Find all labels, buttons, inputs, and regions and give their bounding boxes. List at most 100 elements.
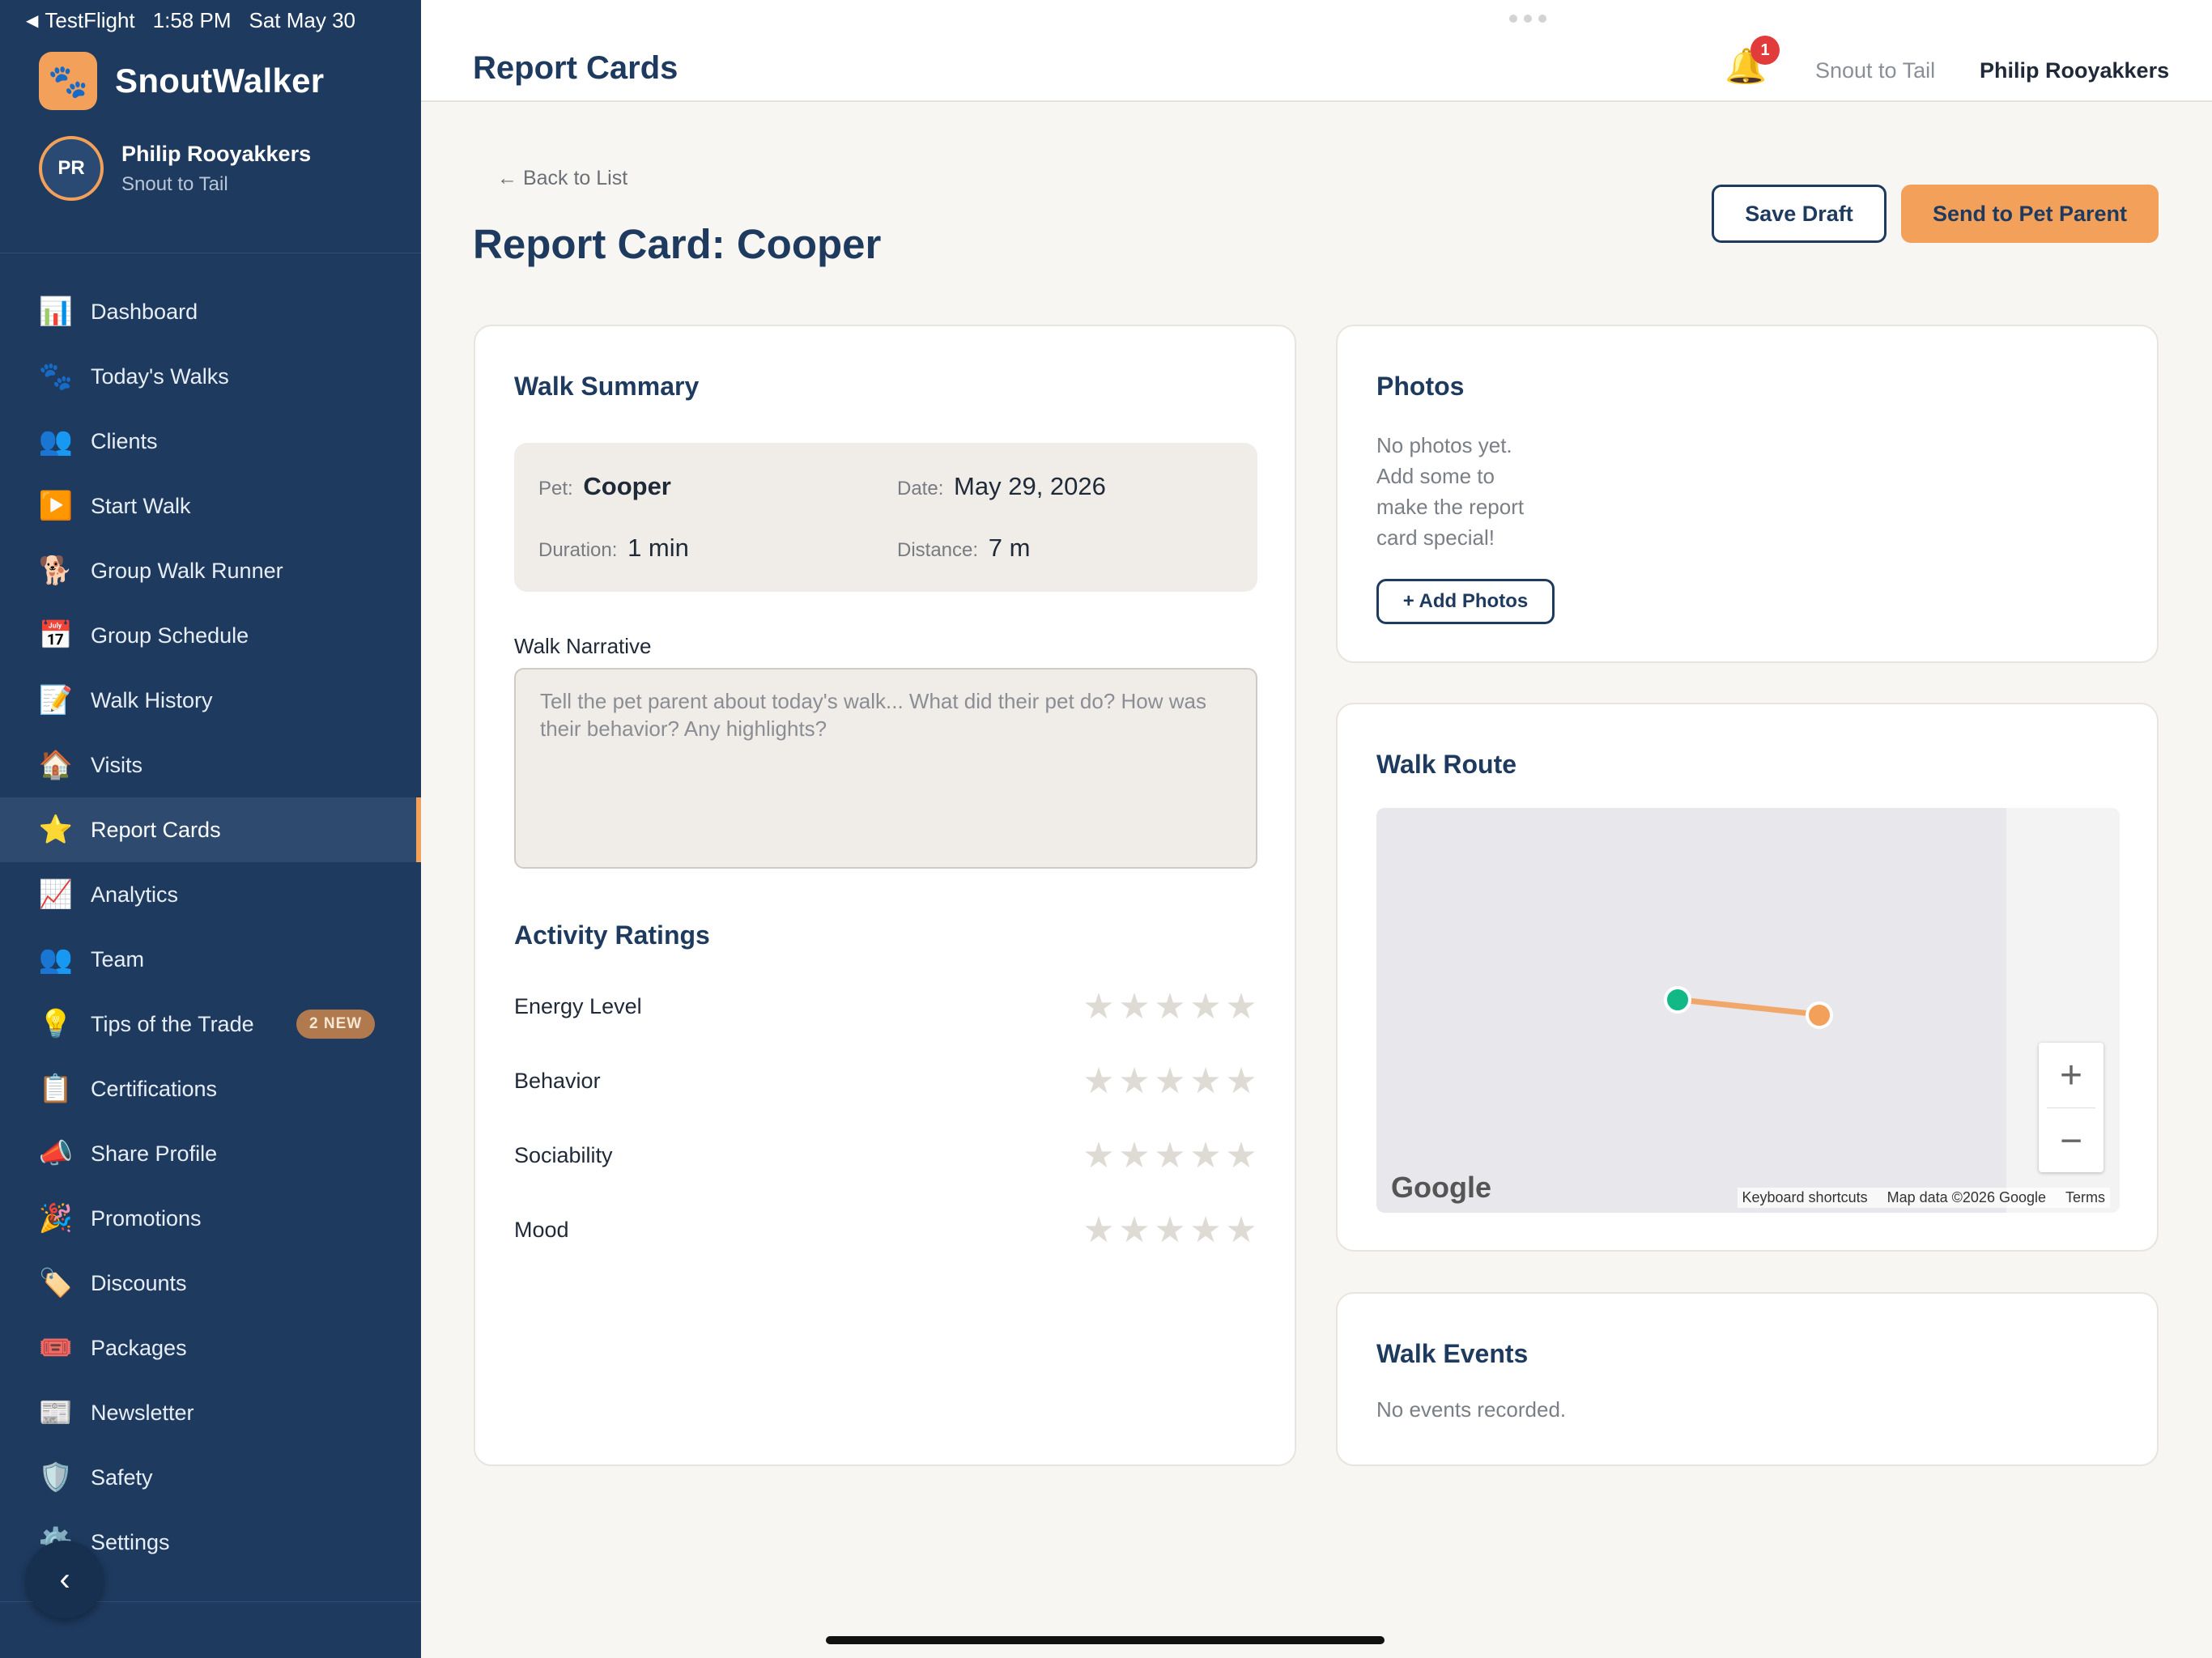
rating-row-mood: Mood ★ ★ ★ ★ ★	[514, 1207, 1257, 1252]
sidebar-item-label: Group Walk Runner	[91, 558, 283, 583]
sidebar-item-share-profile[interactable]: 📣 Share Profile	[0, 1121, 421, 1186]
star-icon[interactable]: ★	[1118, 1209, 1151, 1251]
sidebar-item-team[interactable]: 👥 Team	[0, 927, 421, 992]
zoom-in-button[interactable]: +	[2039, 1043, 2104, 1107]
sidebar-item-walk-history[interactable]: 📝 Walk History	[0, 668, 421, 733]
route-end-marker[interactable]	[1806, 1001, 1833, 1029]
sidebar-item-label: Discounts	[91, 1270, 187, 1295]
sidebar-item-analytics[interactable]: 📈 Analytics	[0, 862, 421, 927]
user-profile[interactable]: PR Philip Rooyakkers Snout to Tail	[39, 136, 311, 201]
terms-link[interactable]: Terms	[2065, 1189, 2105, 1206]
pet-label: Pet:	[538, 478, 573, 500]
sidebar-item-safety[interactable]: 🛡️ Safety	[0, 1445, 421, 1510]
rating-row-behavior: Behavior ★ ★ ★ ★ ★	[514, 1058, 1257, 1103]
sidebar-item-group-walk-runner[interactable]: 🐕 Group Walk Runner	[0, 538, 421, 603]
back-to-list-link[interactable]: ← Back to List	[497, 167, 627, 190]
newsletter-icon: 📰	[38, 1397, 74, 1428]
sidebar-item-certifications[interactable]: 📋 Certifications	[0, 1056, 421, 1121]
star-rating: ★ ★ ★ ★ ★	[1083, 1209, 1257, 1251]
status-app[interactable]: TestFlight	[45, 8, 134, 33]
walk-route-card: Walk Route + − Google Keyboard shortcuts…	[1336, 703, 2159, 1252]
sidebar-item-clients[interactable]: 👥 Clients	[0, 409, 421, 474]
star-icon[interactable]: ★	[1225, 1061, 1257, 1102]
analytics-icon: 📈	[38, 879, 74, 910]
sidebar-item-packages[interactable]: 🎟️ Packages	[0, 1316, 421, 1380]
rating-label: Sociability	[514, 1142, 613, 1167]
route-line	[1675, 997, 1822, 1018]
star-icon[interactable]: ★	[1189, 1135, 1222, 1176]
star-icon[interactable]: ★	[1189, 1209, 1222, 1251]
new-badge: 2 NEW	[296, 1010, 376, 1039]
discounts-icon: 🏷️	[38, 1268, 74, 1299]
add-photos-button[interactable]: + Add Photos	[1376, 579, 1555, 624]
sidebar-item-visits[interactable]: 🏠 Visits	[0, 733, 421, 797]
dashboard-icon: 📊	[38, 296, 74, 327]
star-icon[interactable]: ★	[1154, 986, 1186, 1027]
photos-card: Photos No photos yet. Add some to make t…	[1336, 325, 2159, 663]
star-icon[interactable]: ★	[1118, 1135, 1151, 1176]
report-cards-icon: ⭐	[38, 814, 74, 845]
star-icon[interactable]: ★	[1154, 1209, 1186, 1251]
date-field: Date: May 29, 2026	[897, 472, 1106, 501]
star-icon[interactable]: ★	[1225, 1209, 1257, 1251]
google-logo: Google	[1391, 1171, 1491, 1204]
status-bar: ◀ TestFlight 1:58 PM Sat May 30	[26, 8, 355, 33]
save-draft-button[interactable]: Save Draft	[1712, 185, 1887, 243]
home-indicator[interactable]	[826, 1636, 1385, 1644]
top-header: Report Cards 🔔 1 Snout to Tail Philip Ro…	[421, 0, 2212, 102]
header-user[interactable]: Philip Rooyakkers	[1980, 58, 2169, 83]
sidebar-item-promotions[interactable]: 🎉 Promotions	[0, 1186, 421, 1251]
star-icon[interactable]: ★	[1189, 1061, 1222, 1102]
sidebar-nav: 📊 Dashboard 🐾 Today's Walks 👥 Clients ▶️ Start …	[0, 279, 421, 1575]
walk-summary-box: Pet: Cooper Date: May 29, 2026 Duration:…	[514, 443, 1257, 592]
keyboard-shortcuts-link[interactable]: Keyboard shortcuts	[1742, 1189, 1868, 1206]
route-map[interactable]: + − Google Keyboard shortcuts Map data ©…	[1376, 808, 2120, 1213]
sidebar-item-label: Start Walk	[91, 493, 191, 518]
sidebar-item-today-s-walks[interactable]: 🐾 Today's Walks	[0, 344, 421, 409]
back-to-app-icon[interactable]: ◀	[26, 11, 38, 31]
walk-route-title: Walk Route	[1376, 750, 1517, 779]
zoom-out-button[interactable]: −	[2039, 1108, 2104, 1173]
map-data-label: Map data ©2026 Google	[1887, 1189, 2046, 1205]
collapse-sidebar-button[interactable]: ‹	[26, 1541, 104, 1618]
multitask-grabber[interactable]	[1509, 15, 1546, 23]
star-icon[interactable]: ★	[1225, 1135, 1257, 1176]
send-to-pet-parent-button[interactable]: Send to Pet Parent	[1901, 185, 2159, 243]
sidebar-item-start-walk[interactable]: ▶️ Start Walk	[0, 474, 421, 538]
brand[interactable]: 🐾 SnoutWalker	[39, 52, 324, 110]
sidebar-item-group-schedule[interactable]: 📅 Group Schedule	[0, 603, 421, 668]
rating-row-sociability: Sociability ★ ★ ★ ★ ★	[514, 1133, 1257, 1178]
star-icon[interactable]: ★	[1154, 1061, 1186, 1102]
notification-badge: 1	[1750, 36, 1780, 65]
sidebar-item-label: Packages	[91, 1335, 187, 1360]
avatar: PR	[39, 136, 104, 201]
share-profile-icon: 📣	[38, 1138, 74, 1169]
status-time: 1:58 PM	[152, 8, 232, 32]
star-icon[interactable]: ★	[1118, 1061, 1151, 1102]
walk-events-card: Walk Events No events recorded.	[1336, 1292, 2159, 1466]
paw-icon: 🐾	[39, 52, 97, 110]
sidebar-item-label: Promotions	[91, 1205, 202, 1231]
star-icon[interactable]: ★	[1189, 986, 1222, 1027]
walk-narrative-textarea[interactable]: Tell the pet parent about today's walk..…	[514, 668, 1257, 869]
route-start-marker[interactable]	[1664, 986, 1691, 1014]
walk-summary-card: Walk Summary Pet: Cooper Date: May 29, 2…	[474, 325, 1296, 1466]
distance-value: 7 m	[988, 534, 1031, 562]
star-icon[interactable]: ★	[1083, 986, 1115, 1027]
star-icon[interactable]: ★	[1225, 986, 1257, 1027]
walk-history-icon: 📝	[38, 685, 74, 716]
star-icon[interactable]: ★	[1083, 1135, 1115, 1176]
rating-label: Energy Level	[514, 993, 642, 1018]
sidebar-item-tips-of-the-trade[interactable]: 💡 Tips of the Trade 2 NEW	[0, 992, 421, 1056]
sidebar-item-dashboard[interactable]: 📊 Dashboard	[0, 279, 421, 344]
star-icon[interactable]: ★	[1118, 986, 1151, 1027]
duration-field: Duration: 1 min	[538, 534, 689, 563]
star-icon[interactable]: ★	[1154, 1135, 1186, 1176]
sidebar-item-newsletter[interactable]: 📰 Newsletter	[0, 1380, 421, 1445]
sidebar-item-label: Today's Walks	[91, 363, 229, 389]
star-icon[interactable]: ★	[1083, 1209, 1115, 1251]
sidebar-item-discounts[interactable]: 🏷️ Discounts	[0, 1251, 421, 1316]
star-icon[interactable]: ★	[1083, 1061, 1115, 1102]
sidebar-item-report-cards[interactable]: ⭐ Report Cards	[0, 797, 421, 862]
header-org: Snout to Tail	[1815, 58, 1936, 83]
